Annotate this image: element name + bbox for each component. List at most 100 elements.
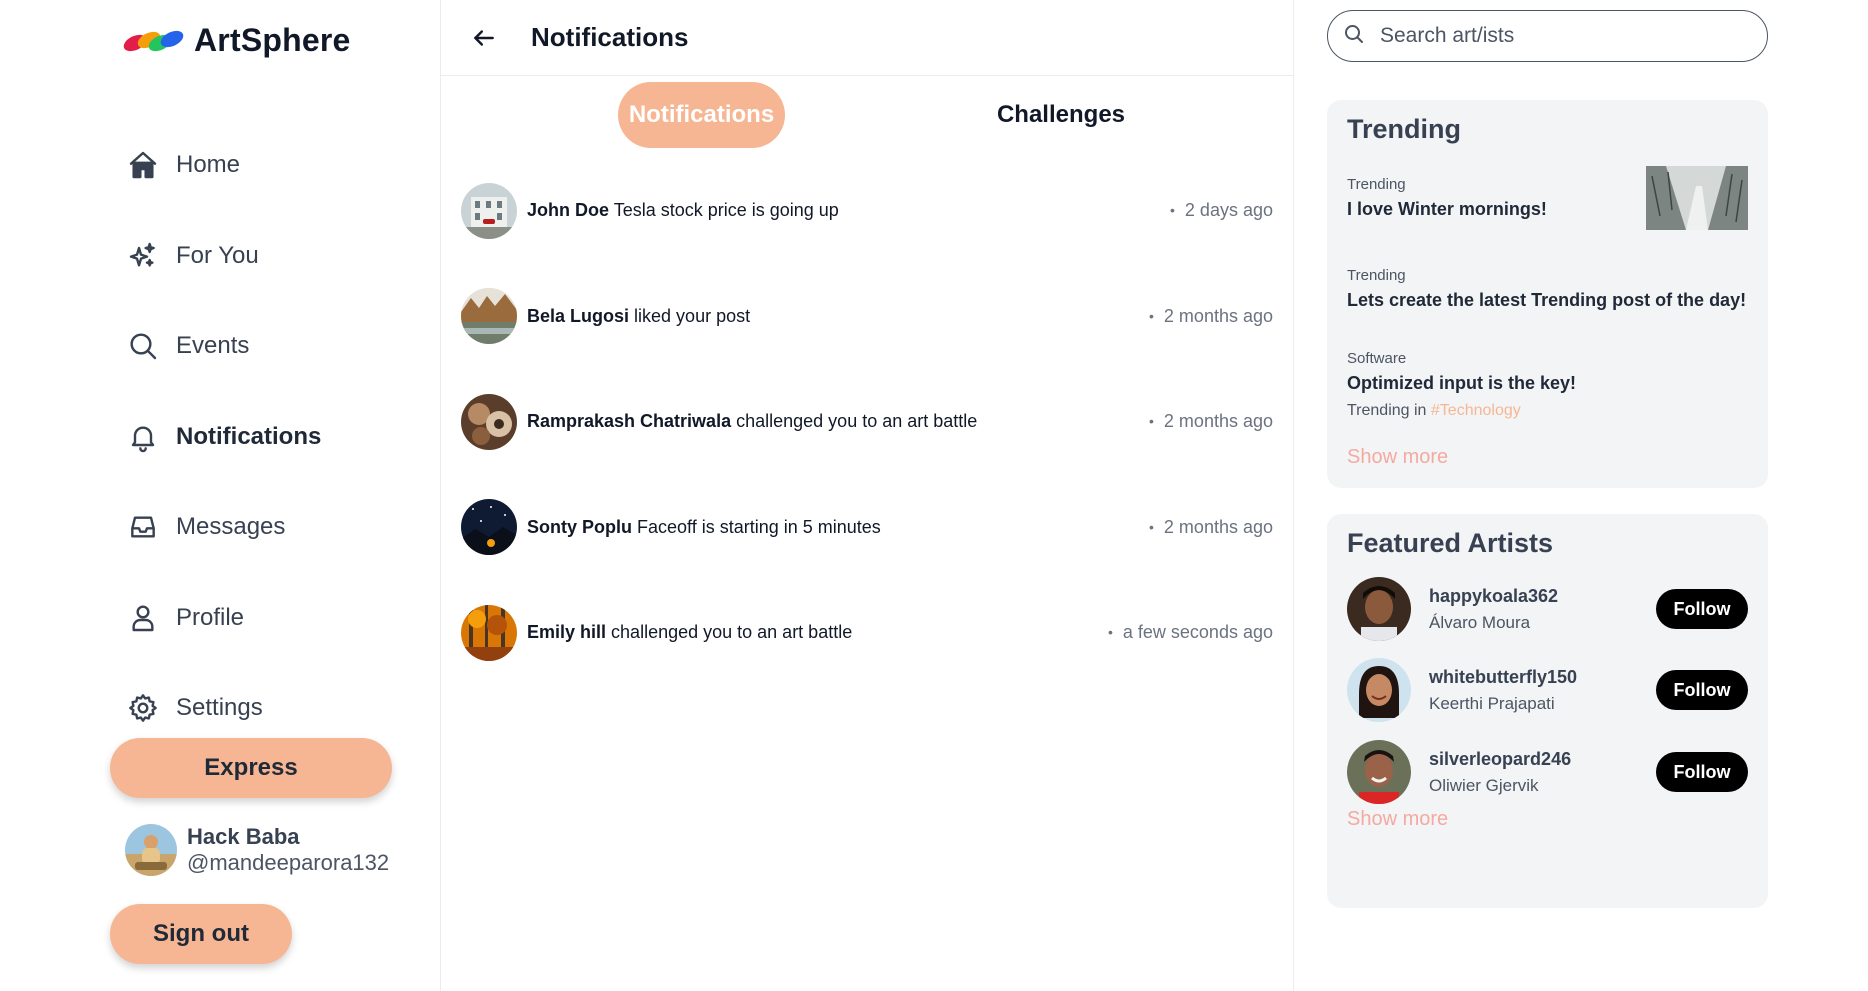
notification-message: challenged you to an art battle xyxy=(611,622,853,643)
search-input[interactable] xyxy=(1380,24,1740,48)
artist-row[interactable]: whitebutterfly150 Keerthi Prajapati Foll… xyxy=(1347,655,1748,725)
notification-time: • a few seconds ago xyxy=(1107,622,1273,643)
avatar xyxy=(461,499,517,556)
logo-icon xyxy=(123,30,184,51)
current-user-card[interactable]: Hack Baba @mandeeparora132 xyxy=(125,824,389,876)
nav-item-label: For You xyxy=(176,241,259,269)
artist-name: Álvaro Moura xyxy=(1429,612,1531,632)
artist-row[interactable]: silverleopard246 Oliwier Gjervik Follow xyxy=(1347,737,1748,807)
artist-row[interactable]: happykoala362 Álvaro Moura Follow xyxy=(1347,574,1748,644)
artist-handle: happykoala362 xyxy=(1429,585,1559,606)
notification-message: Tesla stock price is going up xyxy=(613,200,839,221)
trending-headline: Optimized input is the key! xyxy=(1347,373,1577,393)
nav-item-label: Settings xyxy=(176,694,263,722)
app-name: ArtSphere xyxy=(194,22,351,58)
notification-actor[interactable]: Ramprakash Chatriwala xyxy=(527,411,731,431)
sign-out-button[interactable]: Sign out xyxy=(110,904,292,964)
gear-icon xyxy=(126,691,160,725)
list-item[interactable]: Sonty Poplu Faceoff is starting in 5 min… xyxy=(461,475,1273,581)
notification-time-text: 2 months ago xyxy=(1163,411,1273,432)
notification-time-text: 2 months ago xyxy=(1163,305,1273,326)
notification-time: • 2 months ago xyxy=(1149,411,1273,432)
nav-item-profile[interactable]: Profile xyxy=(126,573,321,664)
notification-actor[interactable]: Bela Lugosi xyxy=(527,306,629,326)
notification-time: • 2 days ago xyxy=(1170,200,1273,221)
trending-show-more-link[interactable]: Show more xyxy=(1347,446,1448,469)
avatar xyxy=(125,824,177,876)
avatar xyxy=(461,393,517,450)
nav-item-label: Profile xyxy=(176,603,245,631)
notification-time-text: 2 days ago xyxy=(1184,200,1273,221)
inbox-icon xyxy=(126,510,160,544)
notification-time: • 2 months ago xyxy=(1149,305,1273,326)
main-nav: Home For You Events Notifications Messag… xyxy=(126,120,321,754)
trending-category: Software xyxy=(1347,350,1407,367)
trending-category: Trending xyxy=(1347,176,1406,193)
trending-thumbnail xyxy=(1646,166,1748,230)
notification-actor[interactable]: John Doe xyxy=(527,200,609,220)
express-button[interactable]: Express xyxy=(110,738,392,798)
app-logo[interactable]: ArtSphere xyxy=(122,22,351,59)
notification-actor[interactable]: Emily hill xyxy=(527,622,606,642)
featured-artists-card: Featured Artists happykoala362 Álvaro Mo… xyxy=(1327,514,1768,908)
follow-button[interactable]: Follow xyxy=(1656,670,1748,710)
avatar xyxy=(1347,658,1411,722)
trending-hashtag[interactable]: #Technology xyxy=(1431,402,1521,419)
nav-item-events[interactable]: Events xyxy=(126,301,321,392)
notification-time: • 2 months ago xyxy=(1149,516,1273,537)
tab-challenges[interactable]: Challenges xyxy=(961,82,1161,148)
notification-list: John Doe Tesla stock price is going up •… xyxy=(461,158,1273,686)
follow-button[interactable]: Follow xyxy=(1656,589,1748,629)
trending-headline: I love Winter mornings! xyxy=(1347,199,1547,219)
avatar xyxy=(461,182,517,239)
trending-headline: Lets create the latest Trending post of … xyxy=(1347,290,1747,310)
nav-item-messages[interactable]: Messages xyxy=(126,482,321,573)
back-arrow-icon[interactable] xyxy=(471,23,501,53)
avatar xyxy=(1347,577,1411,641)
notification-time-text: 2 months ago xyxy=(1163,516,1273,537)
notification-time-text: a few seconds ago xyxy=(1122,622,1273,643)
nav-item-label: Home xyxy=(176,151,241,179)
main-header: Notifications xyxy=(441,0,1293,76)
featured-show-more-link[interactable]: Show more xyxy=(1347,808,1448,831)
artist-handle: whitebutterfly150 xyxy=(1429,666,1578,687)
notifications-panel: Notifications Notifications Challenges J… xyxy=(441,0,1294,991)
trending-item[interactable]: Software Optimized input is the key! Tre… xyxy=(1347,350,1576,420)
search-bar[interactable] xyxy=(1327,10,1768,62)
page-title: Notifications xyxy=(531,22,689,52)
notification-actor[interactable]: Sonty Poplu xyxy=(527,517,632,537)
search-icon xyxy=(126,329,160,363)
list-item[interactable]: Bela Lugosi liked your post • 2 months ag… xyxy=(461,264,1273,370)
artist-name: Keerthi Prajapati xyxy=(1429,693,1555,713)
notification-message: liked your post xyxy=(634,305,751,326)
list-item[interactable]: John Doe Tesla stock price is going up •… xyxy=(461,158,1273,264)
nav-item-label: Notifications xyxy=(176,422,322,450)
nav-item-label: Messages xyxy=(176,513,286,541)
nav-item-notifications[interactable]: Notifications xyxy=(126,392,321,483)
notification-message: challenged you to an art battle xyxy=(736,411,978,432)
trending-meta-prefix: Trending in xyxy=(1347,402,1427,419)
avatar xyxy=(461,288,517,345)
tab-notifications[interactable]: Notifications xyxy=(618,82,785,148)
sparkles-icon xyxy=(126,239,160,273)
artist-handle: silverleopard246 xyxy=(1429,748,1572,769)
user-icon xyxy=(126,601,160,635)
artist-name: Oliwier Gjervik xyxy=(1429,775,1539,795)
nav-item-home[interactable]: Home xyxy=(126,120,321,211)
follow-button[interactable]: Follow xyxy=(1656,752,1748,792)
trending-item[interactable]: Trending I love Winter mornings! xyxy=(1347,176,1547,220)
tab-bar: Notifications Challenges xyxy=(441,76,1293,154)
nav-item-for-you[interactable]: For You xyxy=(126,211,321,302)
trending-card: Trending Trending I love Winter mornings… xyxy=(1327,100,1768,488)
left-sidebar: ArtSphere Home For You Events Notificati… xyxy=(0,0,441,991)
trending-meta: Trending in #Technology xyxy=(1347,402,1576,420)
list-item[interactable]: Ramprakash Chatriwala challenged you to … xyxy=(461,369,1273,475)
avatar xyxy=(1347,740,1411,804)
bell-icon xyxy=(126,420,160,454)
featured-artists-title: Featured Artists xyxy=(1347,528,1554,558)
notification-message: Faceoff is starting in 5 minutes xyxy=(637,516,881,537)
search-icon xyxy=(1342,22,1366,51)
list-item[interactable]: Emily hill challenged you to an art batt… xyxy=(461,580,1273,686)
trending-item[interactable]: Trending Lets create the latest Trending… xyxy=(1347,267,1746,311)
trending-title: Trending xyxy=(1347,114,1461,144)
